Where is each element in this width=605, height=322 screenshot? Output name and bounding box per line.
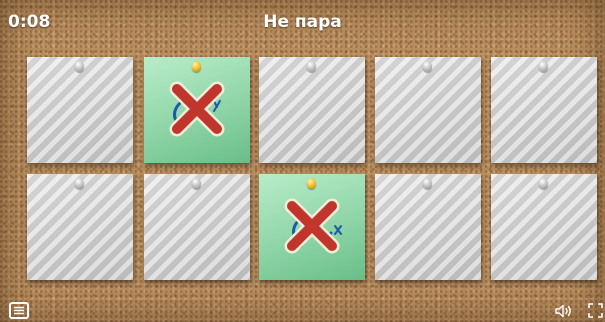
- card-r2c5[interactable]: [491, 174, 597, 280]
- pin-icon: [423, 61, 432, 72]
- menu-button[interactable]: [9, 302, 29, 319]
- pin-icon: [75, 178, 84, 189]
- card-r1c3[interactable]: [259, 57, 365, 163]
- card-r2c2[interactable]: [144, 174, 250, 280]
- card-r1c5[interactable]: [491, 57, 597, 163]
- pin-icon: [423, 178, 432, 189]
- card-r2c1[interactable]: [27, 174, 133, 280]
- pin-icon: [539, 178, 548, 189]
- card-r1c1[interactable]: [27, 57, 133, 163]
- pin-icon: [307, 61, 316, 72]
- pin-icon: [192, 61, 201, 72]
- mismatch-x-icon: [169, 81, 225, 137]
- mismatch-x-icon: [284, 198, 340, 254]
- menu-icon: [14, 306, 24, 315]
- match-status: Не пара: [263, 12, 342, 32]
- speaker-icon[interactable]: [555, 304, 575, 318]
- pin-icon: [539, 61, 548, 72]
- pin-icon: [75, 61, 84, 72]
- pin-icon: [192, 178, 201, 189]
- fullscreen-icon[interactable]: [588, 303, 603, 318]
- card-r1c4[interactable]: [375, 57, 481, 163]
- card-r2c4[interactable]: [375, 174, 481, 280]
- pin-icon: [307, 178, 316, 189]
- card-r1c2[interactable]: [144, 57, 250, 163]
- card-r2c3[interactable]: [259, 174, 365, 280]
